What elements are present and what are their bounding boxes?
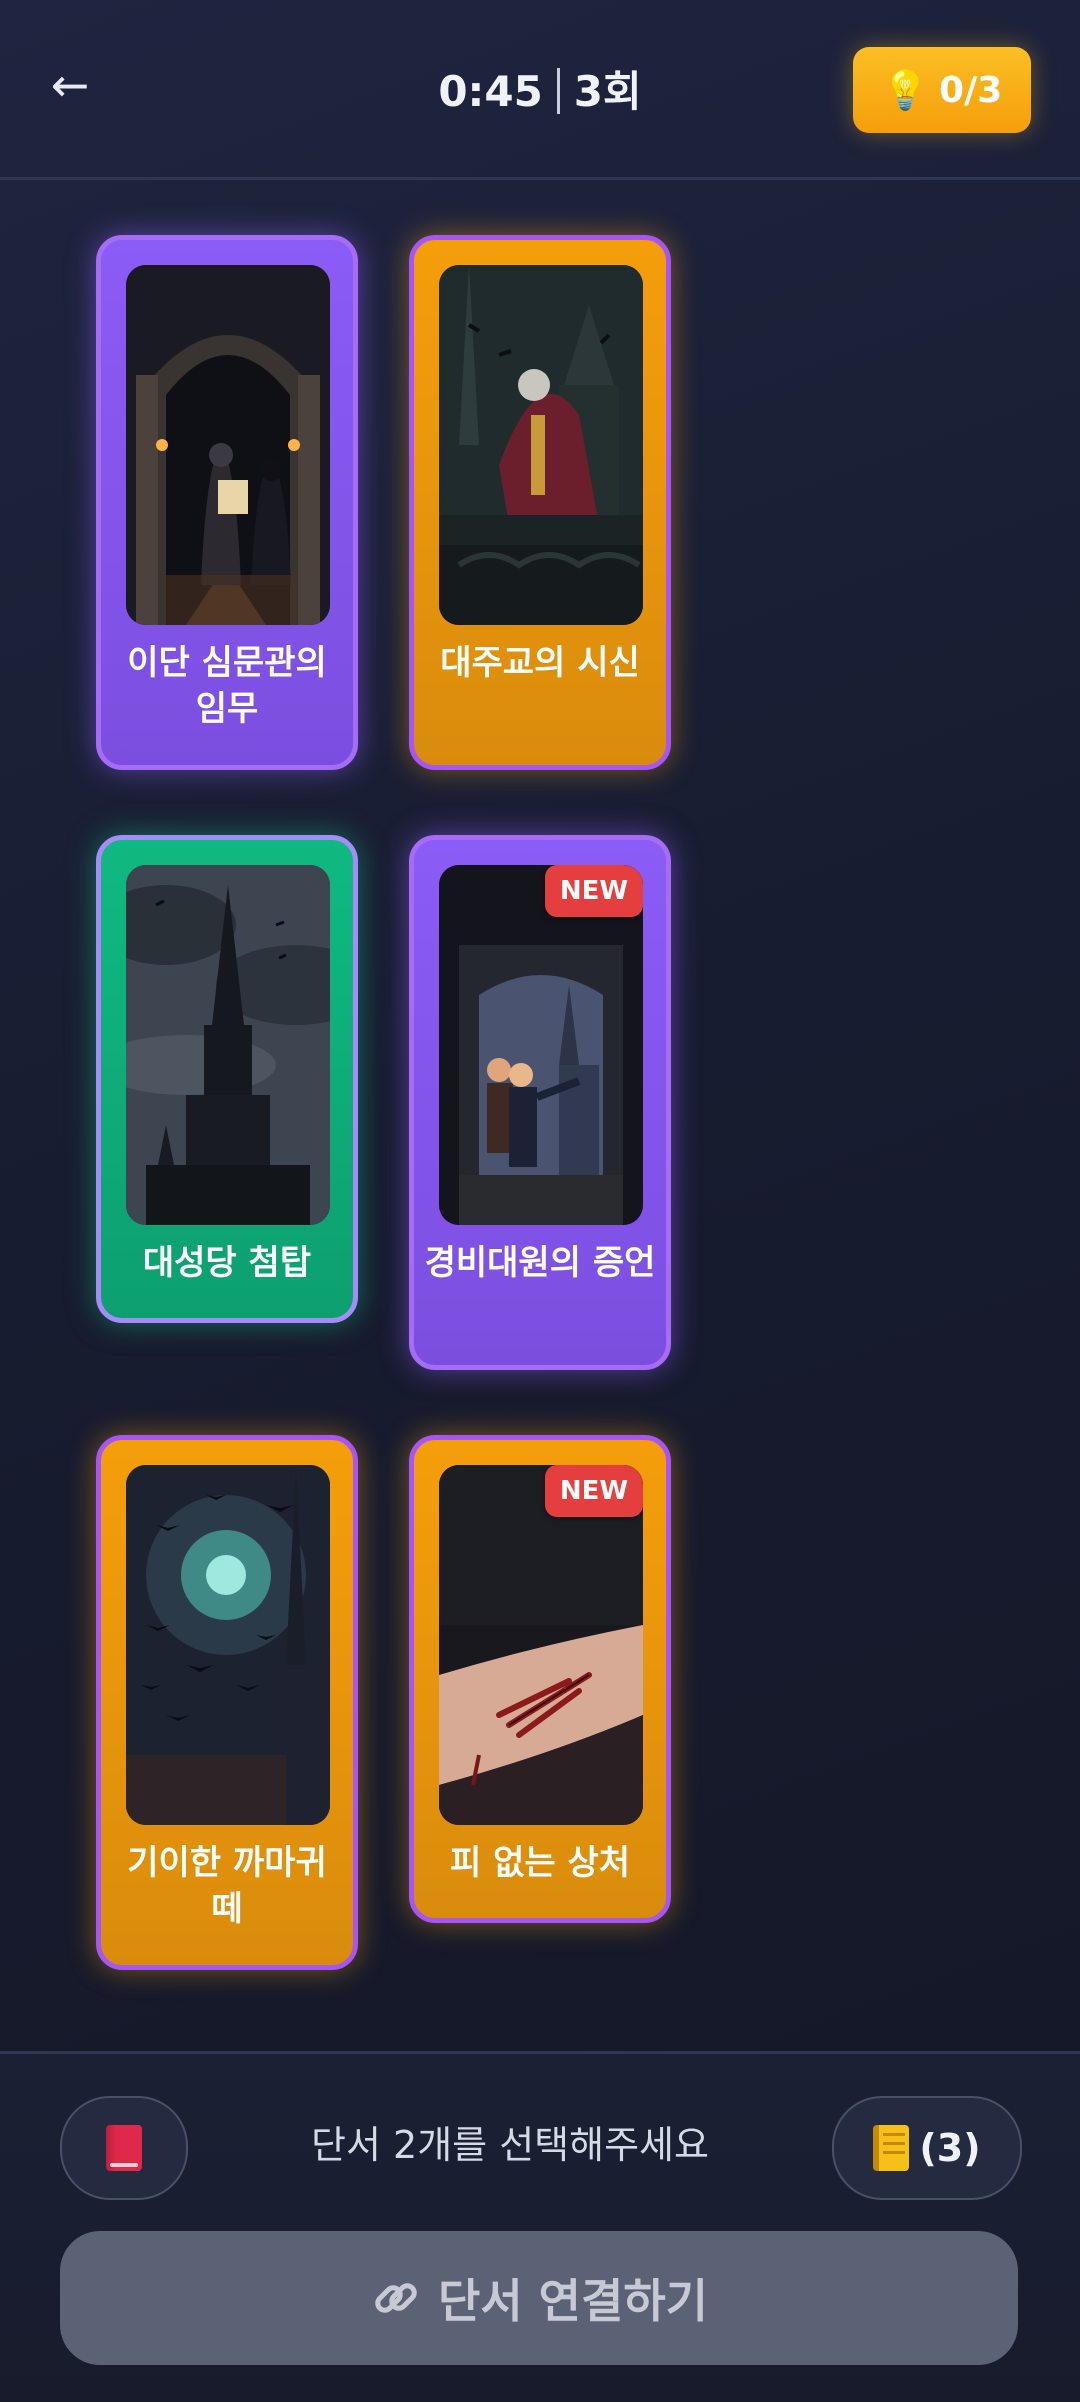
top-bar: ← 0:45 3회 💡 0/3: [0, 0, 1080, 180]
clue-card[interactable]: 이단 심문관의 임무: [96, 235, 358, 770]
clue-image-archbishop: [439, 265, 643, 625]
clue-card-title: 경비대원의 증언: [424, 1243, 656, 1283]
clue-image-guards: NEW: [439, 865, 643, 1225]
link-icon: [370, 2272, 422, 2324]
clue-card[interactable]: 기이한 까마귀 떼: [96, 1435, 358, 1970]
timer-value: 0:45: [438, 67, 543, 116]
clue-image-wound: NEW: [439, 1465, 643, 1825]
hint-button[interactable]: 💡 0/3: [853, 47, 1031, 133]
clue-card-title: 대성당 첨탑: [142, 1243, 312, 1283]
lightbulb-icon: 💡: [881, 67, 930, 112]
notes-count: (3): [919, 2126, 981, 2170]
casebook-button[interactable]: [60, 2096, 188, 2200]
red-book-icon: [106, 2125, 142, 2171]
attempts-count: 3회: [573, 67, 642, 116]
clue-card-title: 기이한 까마귀 떼: [127, 1843, 327, 1929]
clue-card[interactable]: 대성당 첨탑: [96, 835, 358, 1323]
divider: [556, 67, 560, 114]
clue-image-spire: [126, 865, 330, 1225]
clue-image-inquisitor: [126, 265, 330, 625]
notebook-icon: [873, 2125, 910, 2171]
notes-button[interactable]: (3): [832, 2096, 1022, 2200]
clue-card[interactable]: NEW 경비대원의 증언: [409, 835, 671, 1370]
clue-card-title: 이단 심문관의 임무: [127, 643, 327, 729]
clue-card-title: 피 없는 상처: [449, 1843, 631, 1883]
hint-count: 0/3: [939, 69, 1003, 111]
bottom-panel: 단서 2개를 선택해주세요 (3) 단서 연결하기: [0, 2051, 1080, 2402]
clue-image-crows: [126, 1465, 330, 1825]
clue-card[interactable]: NEW 피 없는 상처: [409, 1435, 671, 1923]
new-badge: NEW: [545, 1465, 643, 1517]
connect-clues-label: 단서 연결하기: [438, 2274, 708, 2328]
connect-clues-button[interactable]: 단서 연결하기: [60, 2231, 1018, 2365]
clue-card-title: 대주교의 시신: [440, 643, 640, 683]
new-badge: NEW: [545, 865, 643, 917]
clue-card[interactable]: 대주교의 시신: [409, 235, 671, 770]
instruction-text: 단서 2개를 선택해주세요: [311, 2123, 709, 2167]
